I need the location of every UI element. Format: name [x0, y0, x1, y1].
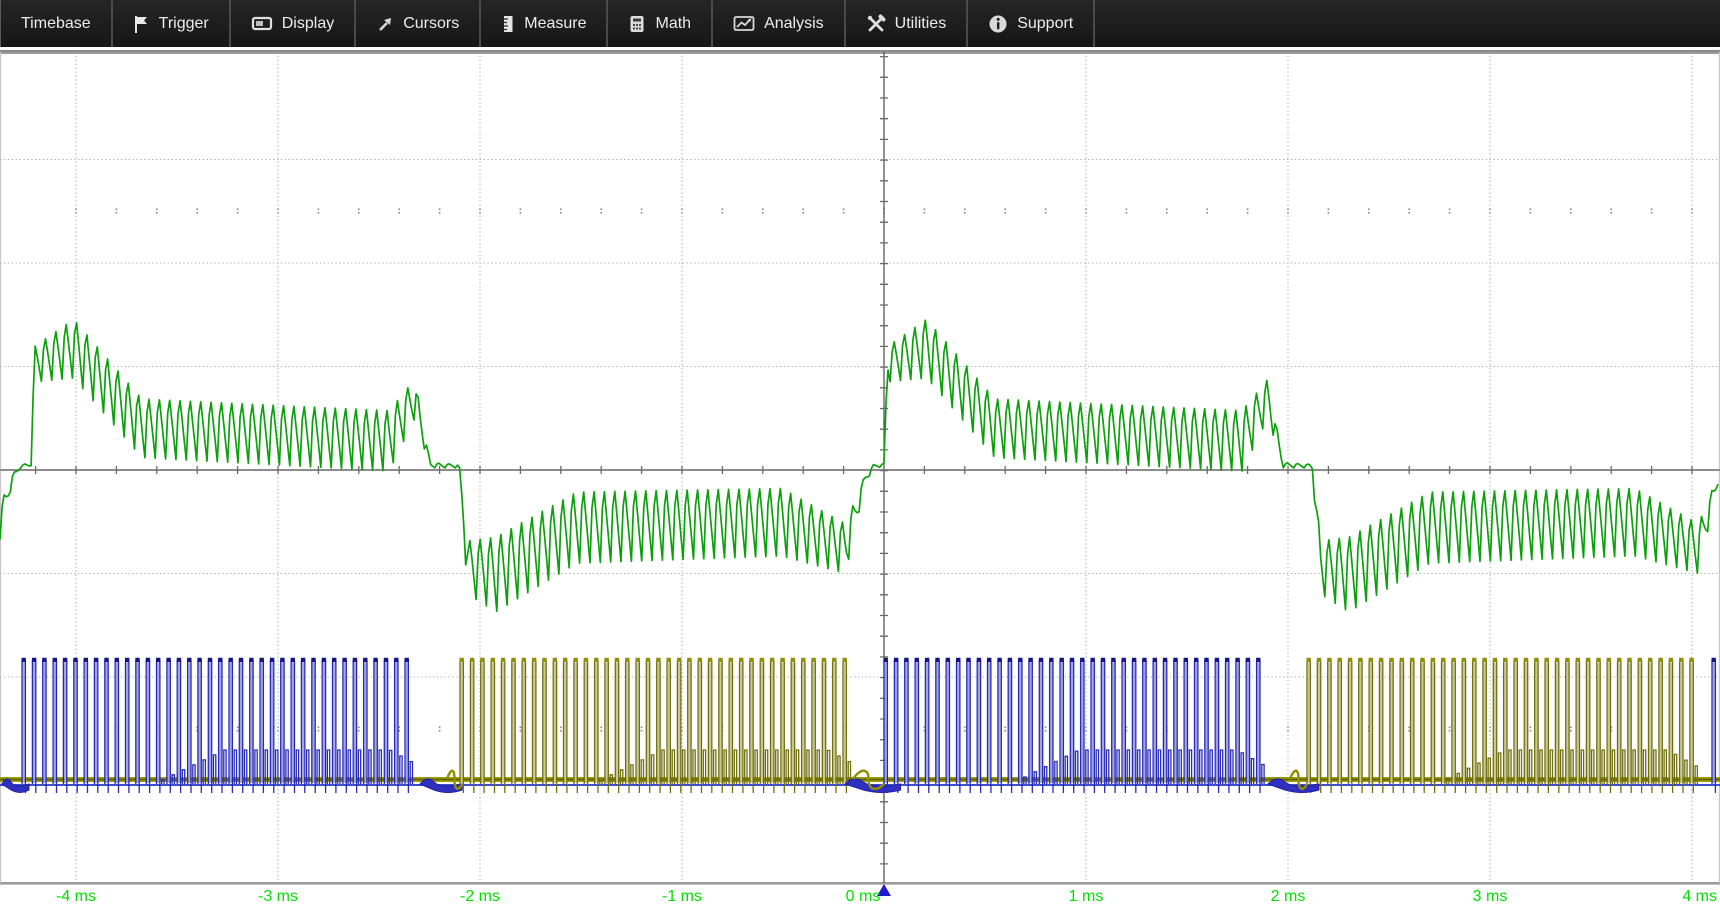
menu-item-label: Utilities — [895, 15, 947, 33]
calculator-icon — [628, 14, 646, 34]
menu-item-utilities[interactable]: Utilities — [846, 0, 967, 47]
menu-item-label: Math — [655, 15, 691, 33]
menu-item-timebase[interactable]: Timebase — [1, 0, 111, 47]
monitor-icon — [251, 14, 273, 34]
olive-pulse-train-edges — [460, 661, 1697, 793]
time-axis-label: -4 ms — [56, 888, 96, 906]
grid-border-bottom — [0, 882, 1720, 885]
menu-item-analysis[interactable]: Analysis — [713, 0, 844, 47]
ruler-icon — [501, 14, 515, 34]
time-axis-label: 3 ms — [1473, 888, 1508, 906]
time-axis-label: -2 ms — [460, 888, 500, 906]
menu-item-trigger[interactable]: Trigger — [113, 0, 229, 47]
time-axis-label: 4 ms — [1682, 888, 1717, 906]
menu-item-math[interactable]: Math — [608, 0, 711, 47]
time-axis-label: -3 ms — [258, 888, 298, 906]
scope-display: -4 ms -3 ms -2 ms -1 ms 0 ms 1 ms 2 ms 3 ms 4 ms — [0, 52, 1720, 924]
menu-item-label: Measure — [524, 15, 586, 33]
arrow-icon — [376, 15, 394, 33]
green-waveform-trace — [0, 320, 1718, 611]
menu-separator — [1093, 0, 1095, 47]
tools-icon — [866, 14, 886, 34]
time-axis-label: -1 ms — [662, 888, 702, 906]
menu-item-label: Cursors — [403, 15, 459, 33]
menu-item-label: Timebase — [21, 15, 91, 33]
menu-item-support[interactable]: Support — [968, 0, 1093, 47]
menu-bar: Timebase Trigger Display Cursors Measure Math… — [0, 0, 1720, 47]
menu-item-display[interactable]: Display — [231, 0, 354, 47]
blue-pulse-train-fill — [23, 663, 1715, 783]
menu-item-label: Analysis — [764, 15, 824, 33]
grid-border-top — [0, 52, 1720, 54]
menu-item-cursors[interactable]: Cursors — [356, 0, 479, 47]
grid-border-left — [0, 52, 1, 883]
olive-pulse-train-fill — [461, 663, 1693, 783]
time-axis-label: 2 ms — [1271, 888, 1306, 906]
menu-item-label: Display — [282, 15, 334, 33]
time-axis-label: 0 ms — [846, 888, 881, 906]
menu-item-measure[interactable]: Measure — [481, 0, 606, 47]
time-axis-label: 1 ms — [1069, 888, 1104, 906]
menu-item-label: Trigger — [159, 15, 209, 33]
info-icon — [988, 14, 1008, 34]
menu-item-label: Support — [1017, 15, 1073, 33]
olive-pulse-train-caps — [460, 658, 1694, 662]
waveform-canvas — [0, 52, 1720, 924]
chart-icon — [733, 14, 755, 33]
flag-icon — [133, 14, 150, 34]
